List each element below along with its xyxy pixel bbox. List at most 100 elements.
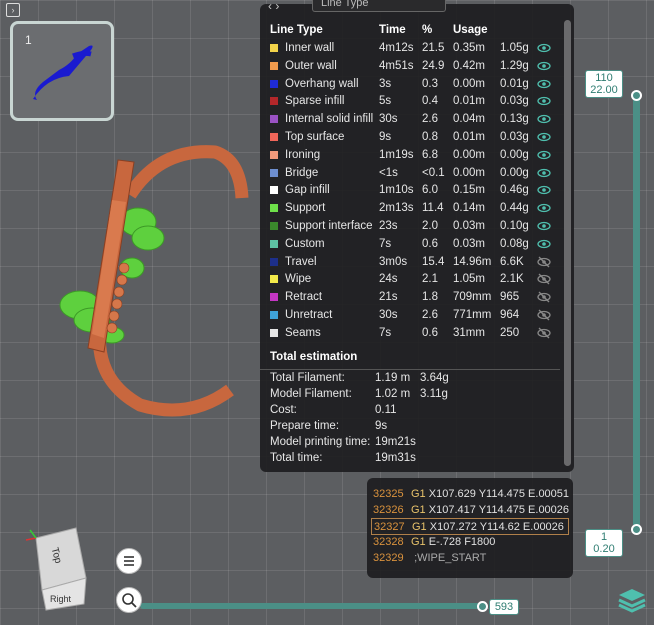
menu-button[interactable] (116, 548, 142, 574)
line-type-pct: 0.8 (422, 131, 438, 143)
gcode-args: X107.272 Y114.62 E.00026 (429, 521, 564, 533)
line-type-row[interactable]: Unretract 30s 2.6 771mm 964 (260, 306, 560, 324)
top-layer-handle[interactable] (631, 90, 642, 101)
line-type-weight: 6.6K (500, 255, 524, 268)
line-type-name: Seams (285, 326, 321, 339)
line-type-row[interactable]: Custom 7s 0.6 0.03m 0.08g (260, 235, 560, 253)
est-value: 3.64g (420, 372, 449, 384)
view-type-dropdown[interactable]: Line Type (312, 0, 446, 12)
plate-thumbnail[interactable]: 1 (10, 21, 114, 121)
est-label: Prepare time: (270, 420, 340, 432)
bottom-layer-number: 1 (600, 531, 608, 543)
gcode-args: X107.417 Y114.475 E.00026 (428, 504, 570, 516)
color-swatch (270, 168, 278, 177)
est-value: 3.11g (420, 388, 448, 400)
gcode-line[interactable]: 32328 G1 E-.728 F1800 (371, 534, 569, 551)
layer-slider-track[interactable] (633, 96, 640, 530)
menu-icon (124, 556, 134, 566)
eye-icon[interactable] (537, 181, 551, 199)
panel-scrollbar-thumb[interactable] (564, 20, 571, 466)
line-type-row[interactable]: Seams 7s 0.6 31mm 250 (260, 324, 560, 342)
line-type-pct: 6.8 (422, 148, 438, 161)
eye-icon[interactable] (537, 217, 551, 235)
eye-icon[interactable] (537, 39, 551, 57)
gcode-viewer[interactable]: 32325 G1 X107.629 Y114.475 E.00051 32326 G1… (367, 478, 573, 578)
collapse-icon[interactable]: › (6, 3, 20, 17)
eye-icon[interactable] (537, 110, 551, 128)
line-type-row[interactable]: Inner wall 4m12s 21.5 0.35m 1.05g (260, 39, 560, 57)
line-type-weight: 0.08g (500, 237, 529, 250)
top-layer-label: 110 22.00 (585, 70, 623, 98)
search-button[interactable] (116, 587, 142, 613)
line-type-row[interactable]: Top surface 9s 0.8 0.01m 0.03g (260, 128, 560, 146)
gcode-line-number: 32325 (373, 488, 404, 500)
line-type-weight: 0.03g (500, 131, 529, 143)
line-type-row[interactable]: Travel 3m0s 15.4 14.96m 6.6K (260, 253, 560, 271)
line-type-time: 3m0s (379, 255, 408, 268)
line-type-panel: ‹ › Line Type Line Type Time % Usage Inn… (260, 0, 574, 472)
3d-preview-viewport[interactable]: › 1 ‹ › Line Type Line Type Time % Usage… (0, 0, 654, 625)
move-slider-track[interactable] (140, 603, 486, 609)
bottom-layer-handle[interactable] (631, 524, 642, 535)
color-swatch (270, 222, 278, 230)
move-slider-handle[interactable] (477, 601, 488, 612)
eye-off-icon[interactable] (537, 306, 551, 324)
line-type-name: Support (285, 202, 326, 215)
line-type-name: Unretract (285, 309, 333, 321)
gcode-line[interactable]: 32326 G1 X107.417 Y114.475 E.00026 (371, 502, 569, 519)
line-type-length: 31mm (453, 326, 485, 339)
line-type-time: 5s (379, 95, 392, 108)
layers-toggle-button[interactable] (616, 585, 648, 617)
gcode-line[interactable]: 32329 ;WIPE_START (371, 550, 569, 567)
line-type-pct: 15.4 (422, 255, 445, 268)
gcode-line[interactable]: 32325 G1 X107.629 Y114.475 E.00051 (371, 486, 569, 503)
line-type-row[interactable]: Internal solid infill 30s 2.6 0.04m 0.13g (260, 110, 560, 128)
line-type-row[interactable]: Wipe 24s 2.1 1.05m 2.1K (260, 270, 560, 288)
gcode-line[interactable]: 32327 G1 X107.272 Y114.62 E.00026 (371, 518, 569, 535)
gcode-line-number: 32328 (373, 536, 404, 548)
eye-off-icon[interactable] (537, 324, 551, 342)
line-type-pct: <0.1 (422, 166, 445, 179)
back-icon[interactable]: ‹ › (268, 0, 279, 13)
line-type-weight: 964 (500, 309, 520, 321)
color-swatch (270, 61, 278, 70)
line-type-time: 30s (379, 113, 398, 126)
line-type-length: 709mm (453, 291, 492, 304)
line-type-row[interactable]: Ironing 1m19s 6.8 0.00m 0.00g (260, 146, 560, 164)
line-type-weight: 250 (500, 326, 520, 339)
line-type-row[interactable]: Overhang wall 3s 0.3 0.00m 0.01g (260, 75, 560, 93)
line-type-row[interactable]: Outer wall 4m51s 24.9 0.42m 1.29g (260, 57, 560, 75)
line-type-pct: 1.8 (422, 291, 438, 304)
line-type-weight: 2.1K (500, 273, 524, 286)
gcode-command: G1 (412, 521, 427, 533)
line-type-row[interactable]: Gap infill 1m10s 6.0 0.15m 0.46g (260, 181, 560, 199)
line-type-row[interactable]: Support interface 23s 2.0 0.03m 0.10g (260, 217, 560, 235)
view-cube[interactable]: Top Right (22, 520, 106, 612)
line-type-name: Retract (285, 291, 323, 304)
eye-off-icon[interactable] (537, 270, 551, 288)
eye-icon[interactable] (537, 235, 551, 253)
eye-icon[interactable] (537, 57, 551, 75)
panel-scrollbar[interactable] (564, 20, 571, 466)
eye-icon[interactable] (537, 92, 551, 110)
line-type-row[interactable]: Sparse infill 5s 0.4 0.01m 0.03g (260, 92, 560, 110)
panel-header: ‹ › Line Type (260, 0, 574, 18)
line-type-length: 0.01m (453, 131, 485, 143)
eye-off-icon[interactable] (537, 253, 551, 271)
eye-icon[interactable] (537, 146, 551, 164)
line-type-pct: 2.6 (422, 309, 438, 321)
line-type-time: 1m10s (379, 184, 414, 197)
line-type-row[interactable]: Bridge <1s <0.1 0.00m 0.00g (260, 164, 560, 182)
eye-icon[interactable] (537, 128, 551, 146)
line-type-time: 23s (379, 220, 398, 232)
est-label: Cost: (270, 404, 297, 416)
line-type-row[interactable]: Retract 21s 1.8 709mm 965 (260, 288, 560, 306)
eye-icon[interactable] (537, 164, 551, 182)
line-type-length: 0.00m (453, 148, 485, 161)
eye-icon[interactable] (537, 199, 551, 217)
line-type-time: 3s (379, 77, 392, 90)
line-type-row[interactable]: Support 2m13s 11.4 0.14m 0.44g (260, 199, 560, 217)
eye-off-icon[interactable] (537, 288, 551, 306)
eye-icon[interactable] (537, 75, 551, 93)
gcode-command: G1 (411, 536, 426, 548)
